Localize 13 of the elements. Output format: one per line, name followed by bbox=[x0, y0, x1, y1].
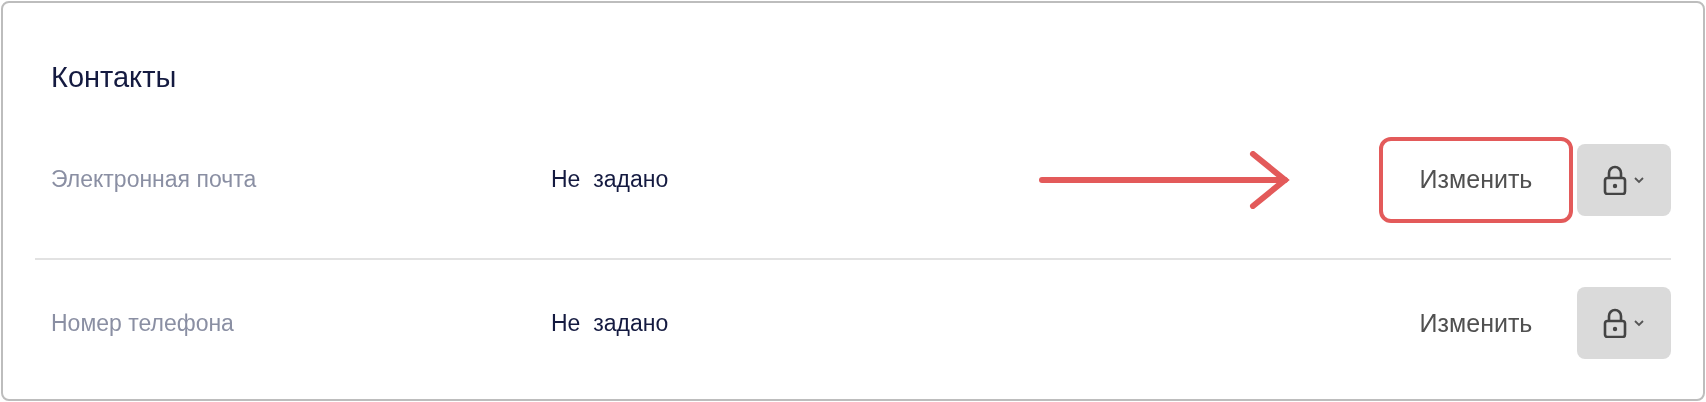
chevron-down-icon bbox=[1633, 319, 1645, 327]
edit-button[interactable]: Изменить bbox=[1379, 136, 1573, 223]
lock-icon bbox=[1603, 308, 1627, 338]
arrow-icon bbox=[1039, 150, 1291, 209]
field-value: Не задано bbox=[551, 166, 669, 193]
chevron-down-icon bbox=[1633, 175, 1645, 184]
field-value: Не задано bbox=[551, 309, 669, 337]
field-label: Электронная почта bbox=[50, 166, 258, 193]
privacy-dropdown-button[interactable] bbox=[1577, 287, 1671, 359]
privacy-dropdown-button[interactable] bbox=[1577, 143, 1671, 216]
field-label: Номер телефона bbox=[50, 309, 235, 337]
lock-icon bbox=[1603, 164, 1627, 195]
section-title: Контакты bbox=[51, 60, 178, 95]
